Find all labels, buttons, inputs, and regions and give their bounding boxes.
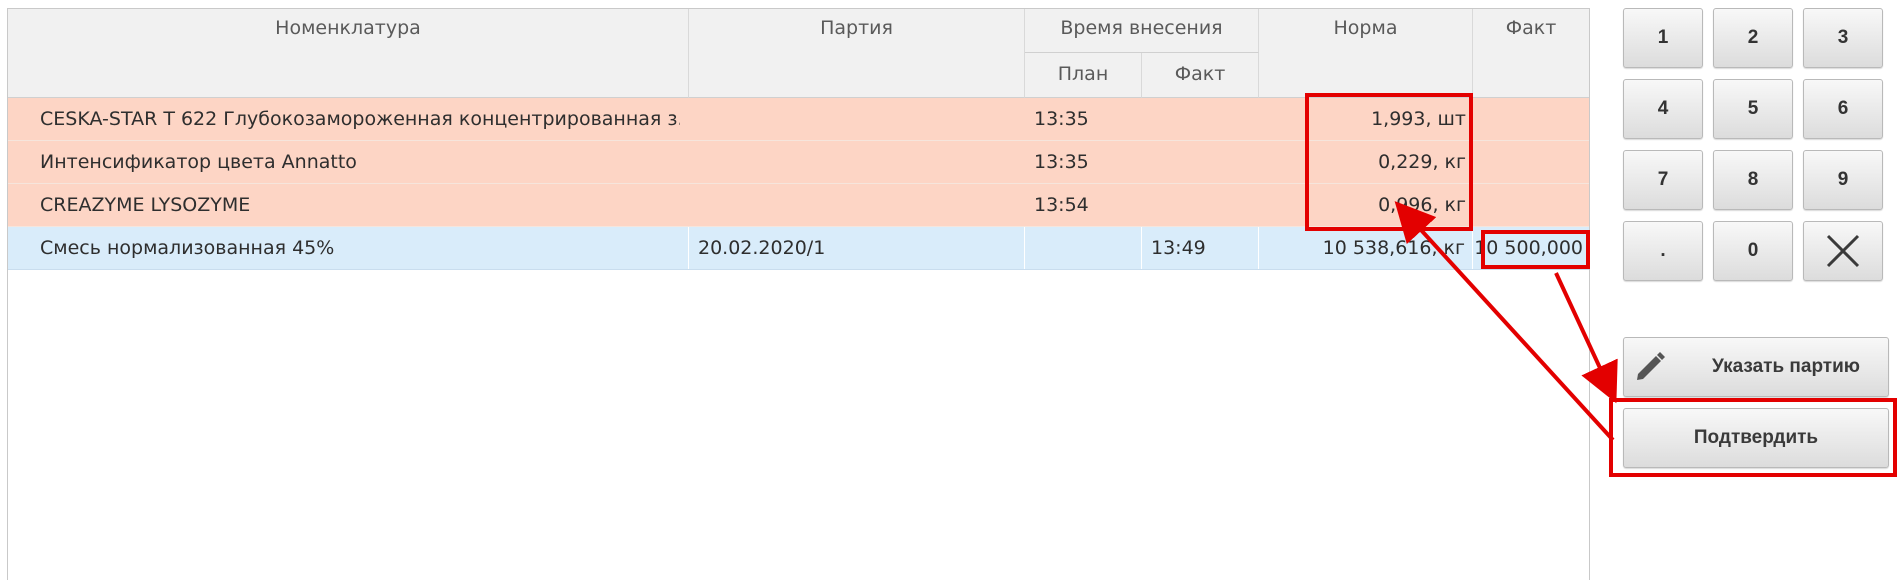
cell-fact[interactable] [1473,98,1583,140]
key-8[interactable]: 8 [1713,150,1793,210]
key-6[interactable]: 6 [1803,79,1883,139]
column-header-time-group-label: Время внесения [1060,17,1223,39]
column-header-norm-label: Норма [1333,17,1398,39]
cell-fact[interactable] [1473,184,1583,226]
key-9[interactable]: 9 [1803,150,1883,210]
cell-time-plan [1025,227,1142,269]
column-header-batch[interactable]: Партия [689,9,1025,98]
column-header-batch-label: Партия [820,17,893,39]
column-header-time-fact[interactable]: Факт [1142,53,1259,98]
cell-item: CESKA-STAR T 622 Глубокозамороженная кон… [40,108,680,130]
highlight-norm-column [1305,93,1473,231]
key-7[interactable]: 7 [1623,150,1703,210]
column-header-fact[interactable]: Факт [1473,9,1589,98]
column-header-norm[interactable]: Норма [1259,9,1473,98]
cell-item: CREAZYME LYSOZYME [40,194,251,216]
column-header-time-plan[interactable]: План [1025,53,1142,98]
key-2[interactable]: 2 [1713,8,1793,68]
key-1[interactable]: 1 [1623,8,1703,68]
cell-batch [697,184,1017,226]
cell-time-plan: 13:54 [1034,194,1089,216]
cell-time-plan: 13:35 [1034,151,1089,173]
key-3[interactable]: 3 [1803,8,1883,68]
cell-item: Смесь нормализованная 45% [8,227,689,269]
column-header-item-label: Номенклатура [275,17,421,39]
highlight-fact-value [1481,230,1590,269]
cell-time-fact: 13:49 [1142,227,1259,269]
highlight-confirm-button [1609,398,1897,477]
cell-fact[interactable] [1473,141,1583,183]
column-header-fact-label: Факт [1505,17,1557,39]
key-5[interactable]: 5 [1713,79,1793,139]
set-batch-button[interactable]: Указать партию [1623,337,1889,397]
cell-time-plan: 13:35 [1034,108,1089,130]
key-4[interactable]: 4 [1623,79,1703,139]
table-row-selected[interactable]: Смесь нормализованная 45% 20.02.2020/1 1… [8,227,1589,270]
close-icon [1826,234,1860,268]
cell-time-fact [1151,98,1251,140]
cell-time-fact [1151,141,1251,183]
column-header-item[interactable]: Номенклатура [8,9,689,98]
column-header-time-fact-label: Факт [1174,63,1226,85]
cell-batch [697,141,1017,183]
key-0[interactable]: 0 [1713,221,1793,281]
key-dot[interactable]: . [1623,221,1703,281]
cell-batch: 20.02.2020/1 [689,227,1025,269]
column-header-time-group: Время внесения [1025,9,1259,53]
cell-norm: 10 538,616, кг [1259,227,1473,269]
pencil-icon [1637,352,1665,380]
cell-item: Интенсификатор цвета Annatto [40,151,357,173]
key-clear[interactable] [1803,221,1883,281]
column-header-time-plan-label: План [1057,63,1109,85]
cell-time-fact [1151,184,1251,226]
set-batch-label: Указать партию [1711,356,1861,377]
cell-batch [697,98,1017,140]
